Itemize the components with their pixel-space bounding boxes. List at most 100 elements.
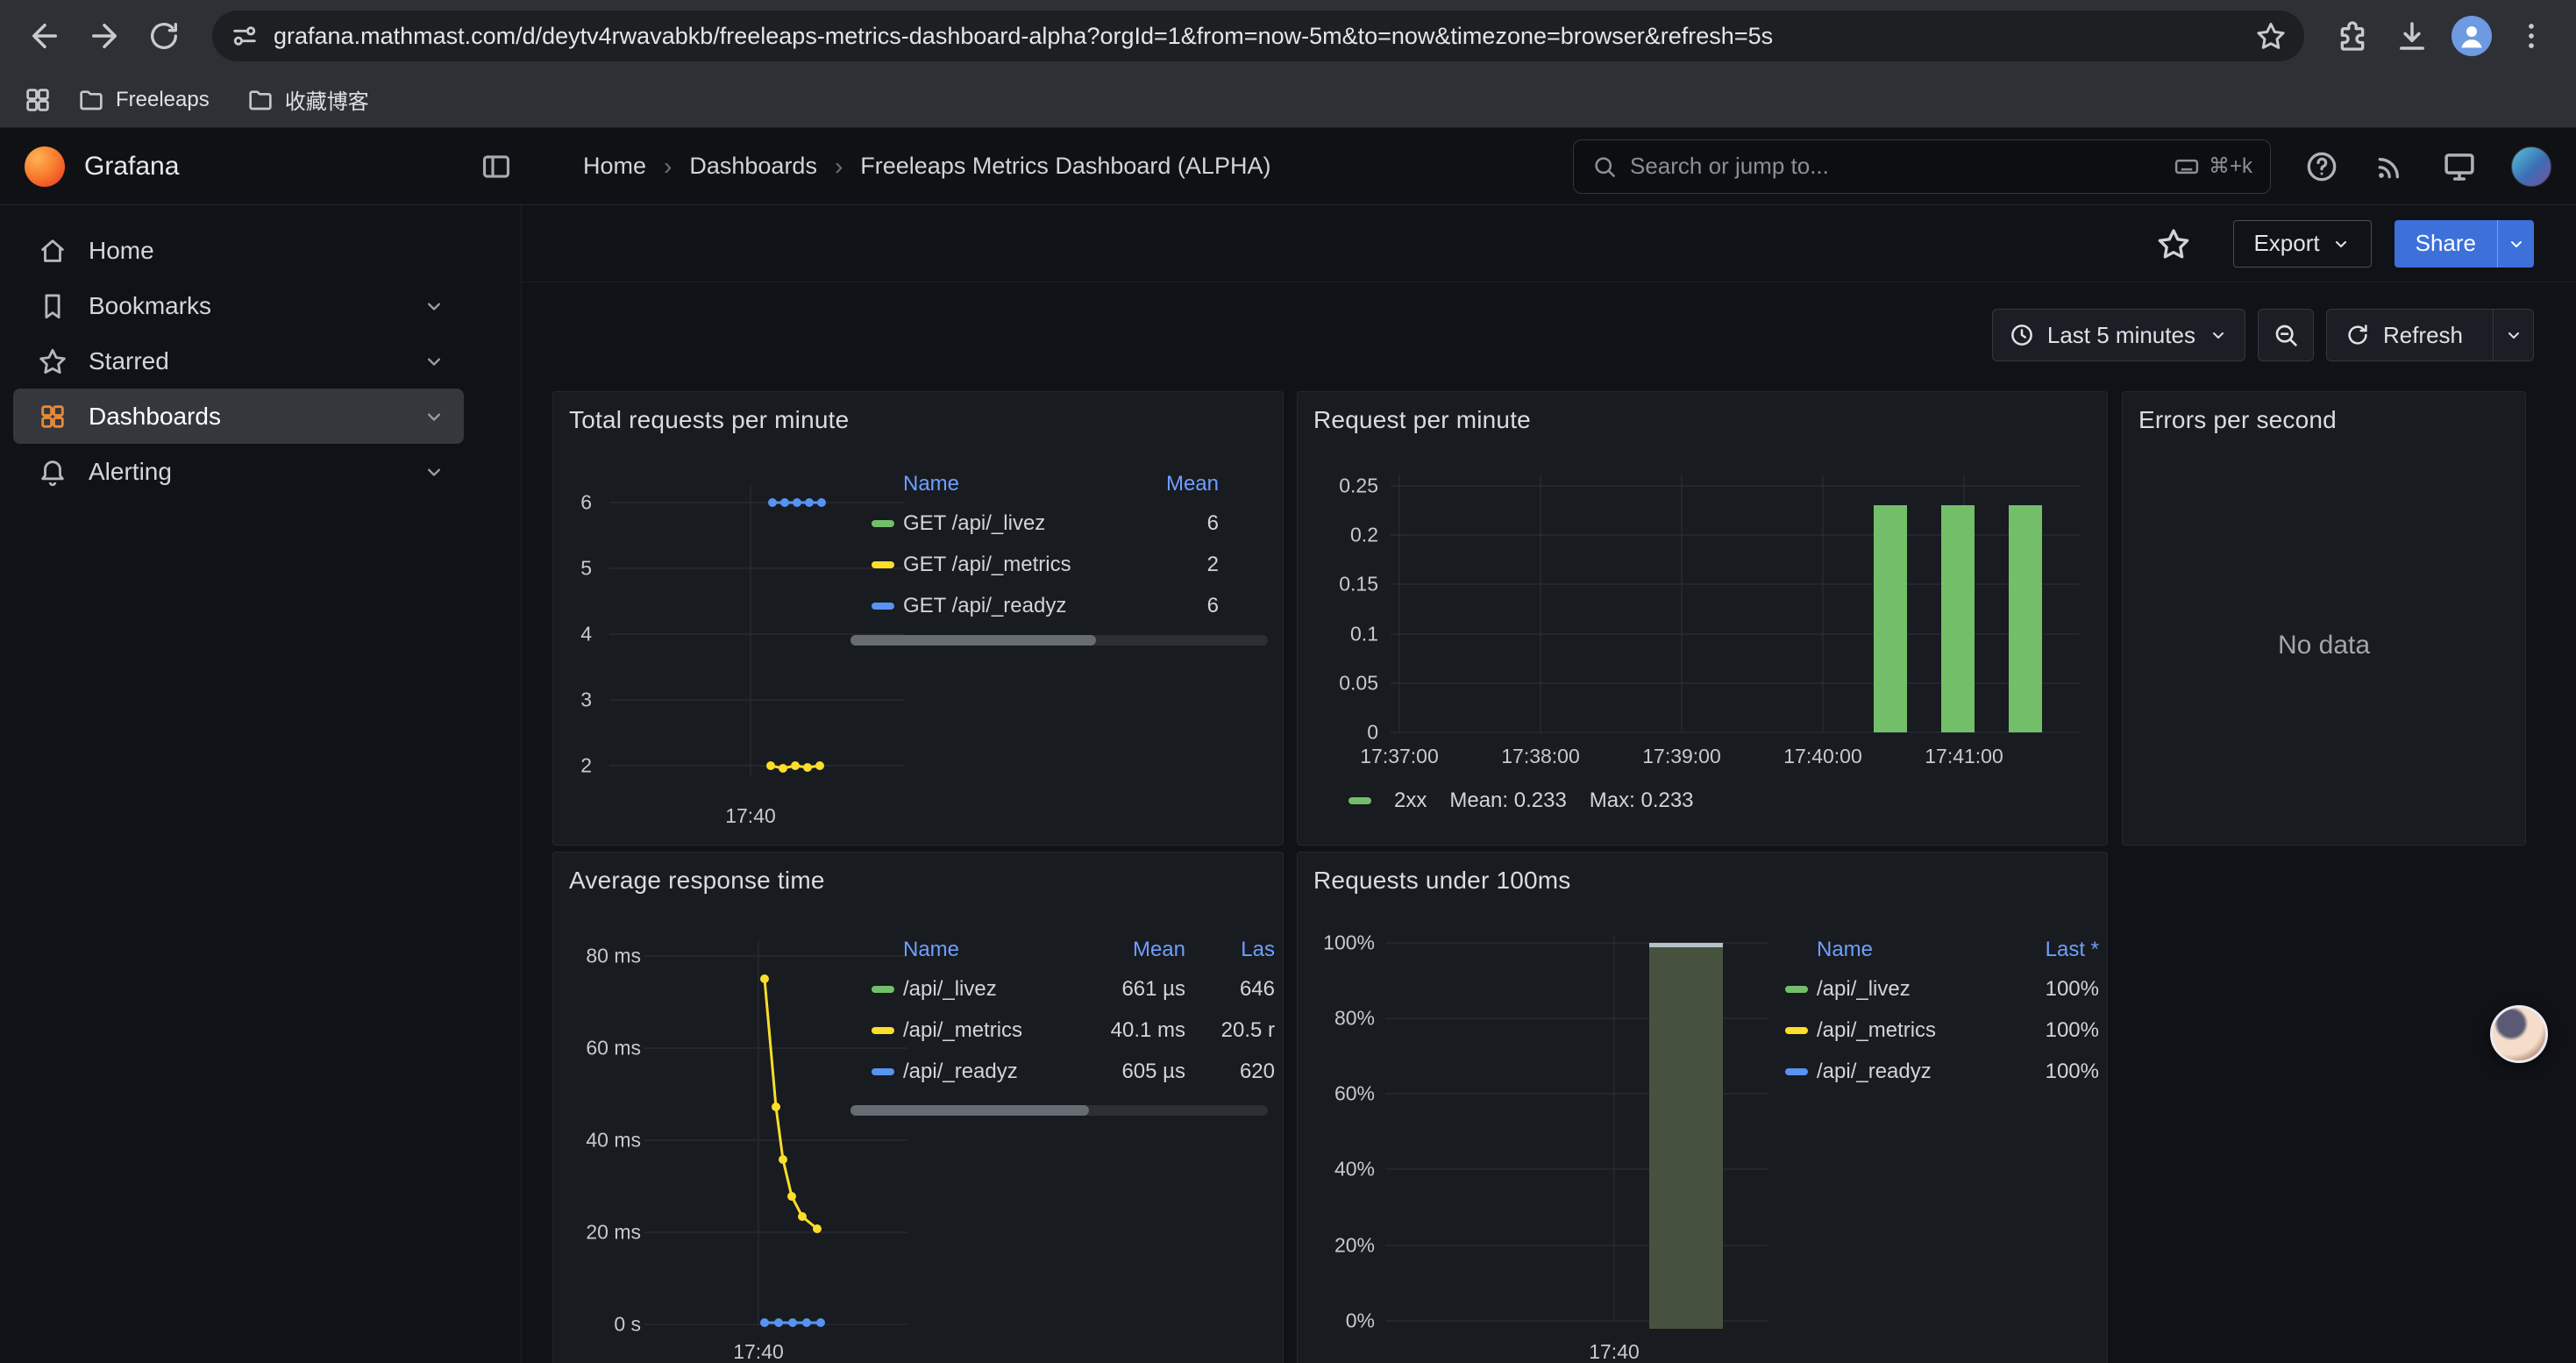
panel-title[interactable]: Requests under 100ms <box>1313 867 1571 895</box>
forward-button[interactable] <box>79 11 130 61</box>
series-last: 100% <box>2003 1018 2099 1043</box>
zoom-out-button[interactable] <box>2258 309 2314 361</box>
sidebar-item-bookmarks[interactable]: Bookmarks <box>13 278 464 333</box>
panel-errors-per-second: Errors per second No data <box>2122 391 2526 846</box>
series-name: /api/_readyz <box>903 1060 1064 1084</box>
breadcrumb-home[interactable]: Home <box>583 153 646 180</box>
legend-col-name[interactable]: Name <box>903 938 1064 962</box>
bookmark-freeleaps[interactable]: Freeleaps <box>65 81 222 119</box>
breadcrumb-current-page: Freeleaps Metrics Dashboard (ALPHA) <box>860 153 1270 180</box>
sidebar-item-starred[interactable]: Starred <box>13 333 464 389</box>
legend-row[interactable]: /api/_livez 100% <box>1785 968 2099 1010</box>
dashboard-actions: Export Share <box>522 205 2576 282</box>
series-name: GET /api/_livez <box>903 511 1140 536</box>
extensions-icon[interactable] <box>2327 11 2378 61</box>
y-tick: 6 <box>553 491 592 515</box>
kiosk-monitor-icon[interactable] <box>2441 148 2478 185</box>
series-name: /api/_metrics <box>1817 1018 1994 1043</box>
browser-profile-avatar[interactable] <box>2451 16 2492 56</box>
site-settings-icon[interactable] <box>230 21 260 51</box>
chevron-down-icon <box>2330 233 2352 254</box>
series-mean: 40.1 ms <box>1073 1018 1185 1043</box>
bookmark-blog[interactable]: 收藏博客 <box>234 79 381 120</box>
panel-title[interactable]: Errors per second <box>2138 406 2337 434</box>
legend-scrollbar[interactable] <box>850 1105 1268 1116</box>
breadcrumb-dashboards[interactable]: Dashboards <box>689 153 817 180</box>
share-button[interactable]: Share <box>2395 220 2534 268</box>
chevron-down-icon[interactable] <box>422 460 446 484</box>
share-menu-chevron-icon[interactable] <box>2497 220 2534 268</box>
x-tick: 17:37:00 <box>1360 745 1439 768</box>
news-rss-icon[interactable] <box>2373 149 2408 184</box>
sidebar-item-home[interactable]: Home <box>13 223 464 278</box>
search-input[interactable]: Search or jump to... ⌘+k <box>1573 139 2271 194</box>
sidebar-item-label: Bookmarks <box>89 292 211 320</box>
series-mean: 6 <box>1149 594 1219 618</box>
sidebar-item-dashboards[interactable]: Dashboards <box>13 389 464 444</box>
legend-scrollbar[interactable] <box>850 635 1268 646</box>
legend-col-name[interactable]: Name <box>1817 938 1994 962</box>
series-mean: 605 µs <box>1073 1060 1185 1084</box>
y-tick: 0 s <box>560 1313 641 1337</box>
legend-row[interactable]: /api/_readyz 100% <box>1785 1051 2099 1092</box>
export-button[interactable]: Export <box>2233 220 2371 268</box>
y-tick: 40% <box>1301 1158 1375 1181</box>
zoom-out-icon <box>2272 321 2300 349</box>
legend-row[interactable]: GET /api/_readyz 6 <box>872 585 1219 626</box>
legend-col-mean[interactable]: Mean <box>1149 472 1219 496</box>
x-tick: 17:40 <box>1589 1340 1640 1363</box>
y-tick: 60% <box>1301 1082 1375 1106</box>
legend-row[interactable]: /api/_livez 661 µs 646 <box>872 968 1275 1010</box>
legend-col-last[interactable]: Las <box>1194 938 1275 962</box>
panel-title[interactable]: Total requests per minute <box>569 406 849 434</box>
reload-button[interactable] <box>139 11 189 61</box>
legend-row[interactable]: GET /api/_metrics 2 <box>872 544 1219 585</box>
arrow-right-icon <box>86 18 123 54</box>
legend-row[interactable]: /api/_readyz 605 µs 620 <box>872 1051 1275 1092</box>
time-range-picker[interactable]: Last 5 minutes <box>1992 309 2245 361</box>
y-tick: 5 <box>553 557 592 581</box>
favorite-star-icon[interactable] <box>2156 226 2191 261</box>
y-tick: 20 ms <box>560 1221 641 1245</box>
legend-inline[interactable]: 2xx Mean: 0.233 Max: 0.233 <box>1348 789 1694 813</box>
legend-col-name[interactable]: Name <box>903 472 1140 496</box>
panel-title[interactable]: Request per minute <box>1313 406 1531 434</box>
sidebar-item-alerting[interactable]: Alerting <box>13 444 464 499</box>
legend-row[interactable]: /api/_metrics 100% <box>1785 1010 2099 1051</box>
chevron-down-icon[interactable] <box>422 404 446 429</box>
legend-table: Name Mean GET /api/_livez 6 GET /api/_me… <box>850 466 1219 626</box>
y-tick: 0 <box>1305 721 1378 745</box>
sidebar-toggle-icon[interactable] <box>480 150 513 183</box>
bell-icon <box>38 457 68 487</box>
chevron-down-icon[interactable] <box>422 294 446 318</box>
bookmark-star-icon[interactable] <box>2255 20 2287 52</box>
refresh-icon <box>2345 322 2371 348</box>
clock-icon <box>2009 322 2035 348</box>
chevron-down-icon[interactable] <box>422 349 446 374</box>
grafana-logo[interactable] <box>25 146 65 187</box>
y-tick: 0.25 <box>1305 475 1378 498</box>
chevron-down-icon <box>2208 325 2229 346</box>
panel-title[interactable]: Average response time <box>569 867 825 895</box>
apps-grid-icon[interactable] <box>23 85 53 115</box>
refresh-button[interactable]: Refresh <box>2327 322 2480 349</box>
user-avatar[interactable] <box>2511 146 2551 187</box>
legend-row[interactable]: /api/_metrics 40.1 ms 20.5 r <box>872 1010 1275 1051</box>
refresh-label: Refresh <box>2383 322 2463 349</box>
legend-col-mean[interactable]: Mean <box>1073 938 1185 962</box>
panel-requests-under-100ms: Requests under 100ms 100% 80% 60% 40% 20… <box>1297 852 2108 1363</box>
legend-row[interactable]: GET /api/_livez 6 <box>872 503 1219 544</box>
search-icon <box>1591 153 1618 180</box>
legend-col-last[interactable]: Last * <box>2003 938 2099 962</box>
help-icon[interactable] <box>2304 149 2339 184</box>
downloads-icon[interactable] <box>2387 11 2437 61</box>
series-max: Max: 0.233 <box>1590 789 1694 813</box>
y-tick: 60 ms <box>560 1037 641 1060</box>
back-button[interactable] <box>19 11 70 61</box>
floating-avatar[interactable] <box>2490 1005 2548 1063</box>
url-bar[interactable]: grafana.mathmast.com/d/deytv4rwavabkb/fr… <box>212 11 2304 61</box>
refresh-interval-chevron-icon[interactable] <box>2493 310 2533 360</box>
x-tick: 17:41:00 <box>1925 745 2003 768</box>
y-tick: 0% <box>1301 1309 1375 1333</box>
browser-menu-icon[interactable] <box>2506 11 2557 61</box>
